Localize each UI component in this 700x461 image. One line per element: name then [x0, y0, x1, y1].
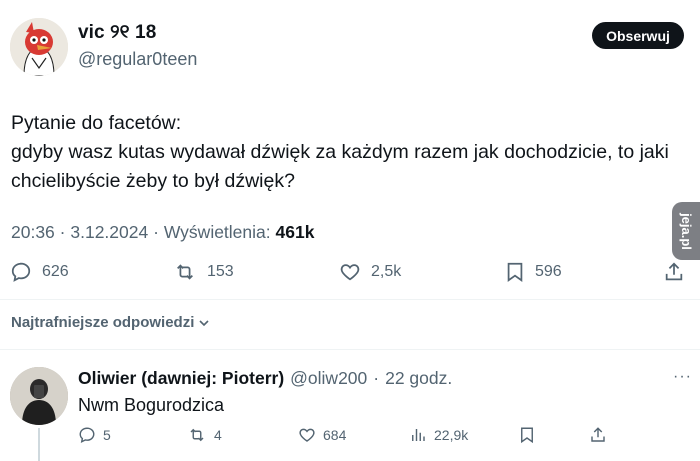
- reply-like-button[interactable]: 684: [298, 426, 346, 444]
- reply-reply-button[interactable]: 5: [78, 426, 111, 444]
- retweet-button[interactable]: 153: [173, 261, 234, 283]
- heart-icon: [340, 264, 360, 281]
- author-handle[interactable]: @regular0teen: [78, 49, 197, 70]
- comment-icon: [79, 427, 95, 444]
- retweet-icon: [190, 428, 204, 442]
- views-label: Wyświetlenia:: [163, 222, 271, 242]
- reply-share-button[interactable]: [589, 426, 607, 444]
- reply-header: Oliwier (dawniej: Pioterr) @oliw200 · 22…: [78, 368, 452, 389]
- reply-bookmark-button[interactable]: [519, 426, 535, 444]
- sort-label: Najtrafniejsze odpowiedzi: [11, 314, 195, 331]
- reply-text: Nwm Bogurodzica: [78, 395, 225, 415]
- follow-button[interactable]: Obserwuj: [592, 22, 684, 49]
- bar-chart-icon: [412, 429, 425, 441]
- meta-separator: ·: [373, 368, 380, 388]
- chevron-down-icon: [199, 319, 209, 326]
- thread-line: [38, 428, 40, 461]
- reply-retweet-button[interactable]: 4: [187, 426, 222, 444]
- watermark-logo: jeja.pl: [672, 202, 700, 260]
- bookmark-icon: [521, 427, 533, 444]
- reply-time[interactable]: 22 godz.: [385, 368, 452, 389]
- bookmark-button[interactable]: 596: [505, 261, 562, 283]
- reply-like-count: 684: [323, 427, 347, 443]
- reply-handle[interactable]: @oliw200: [290, 368, 367, 389]
- meta-separator: ·: [59, 222, 66, 242]
- share-icon: [591, 427, 605, 442]
- heart-icon: [299, 428, 315, 442]
- reply-reply-count: 5: [103, 427, 111, 443]
- like-button[interactable]: 2,5k: [339, 261, 401, 283]
- share-button[interactable]: [663, 261, 685, 283]
- reply-count: 626: [42, 263, 69, 280]
- divider: [0, 349, 700, 350]
- reply-display-name[interactable]: Oliwier (dawniej: Pioterr): [78, 368, 284, 389]
- reply-views-button[interactable]: 22,9k: [409, 426, 468, 444]
- meta-separator: ·: [153, 222, 159, 242]
- retweet-count: 153: [207, 263, 234, 280]
- bookmark-icon: [507, 262, 523, 282]
- retweet-icon: [177, 264, 193, 280]
- reply-views-count: 22,9k: [434, 427, 469, 443]
- like-count: 2,5k: [371, 263, 402, 280]
- share-icon: [665, 262, 683, 281]
- reply-author-avatar[interactable]: [10, 367, 68, 425]
- person-photo-avatar-icon: [10, 367, 68, 425]
- tweet-meta: 20:36 · 3.12.2024 · Wyświetlenia: 461k: [11, 222, 314, 243]
- views-count: 461k: [275, 222, 315, 242]
- tweet-text: Pytanie do facetów: gdyby wasz kutas wyd…: [11, 112, 669, 192]
- tweet-time[interactable]: 20:36: [11, 222, 55, 242]
- reply-button[interactable]: 626: [10, 261, 69, 283]
- sort-replies-dropdown[interactable]: Najtrafniejsze odpowiedzi: [11, 314, 210, 331]
- divider: [0, 299, 700, 300]
- more-options-icon[interactable]: ···: [673, 368, 692, 386]
- tweet-date[interactable]: 3.12.2024: [70, 222, 148, 242]
- reply-retweet-count: 4: [214, 427, 222, 443]
- author-display-name[interactable]: vic ୨୧ 18: [78, 22, 156, 44]
- bookmark-count: 596: [535, 263, 562, 280]
- author-avatar[interactable]: [10, 18, 68, 76]
- cartoon-bird-avatar-icon: [10, 18, 68, 76]
- comment-icon: [11, 262, 31, 282]
